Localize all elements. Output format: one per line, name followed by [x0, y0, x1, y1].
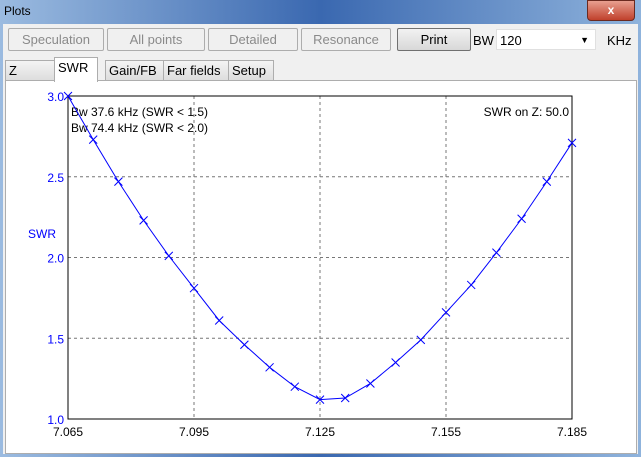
x-tick-label: 7.125: [305, 425, 335, 439]
swr-point-marker: [466, 280, 476, 290]
y-tick-label: 1.5: [47, 332, 64, 346]
swr-point-marker: [88, 135, 98, 144]
tab-swr[interactable]: SWR: [54, 57, 98, 82]
swr-point-marker: [265, 362, 274, 372]
swr-on-z-annotation: SWR on Z: 50.0: [484, 105, 570, 119]
swr-point-marker: [542, 177, 552, 186]
swr-point-marker: [214, 316, 224, 325]
y-tick-label: 2.0: [47, 252, 64, 266]
bw-annotation-1: Bw 37.6 kHz (SWR < 1.5): [71, 105, 208, 119]
swr-point-marker: [517, 214, 526, 224]
swr-point-marker: [290, 382, 300, 392]
x-tick-label: 7.155: [431, 425, 461, 439]
swr-point-marker: [139, 216, 148, 225]
swr-point-marker: [240, 340, 249, 350]
swr-point-marker: [391, 358, 400, 367]
plots-window: Plots x Speculation All points Detailed …: [0, 0, 641, 457]
y-tick-label: 2.5: [47, 171, 64, 185]
swr-point-marker: [366, 379, 375, 388]
swr-point-marker: [441, 308, 451, 317]
swr-point-marker: [416, 335, 426, 345]
swr-point-marker: [114, 177, 123, 186]
swr-point-marker: [492, 248, 501, 258]
x-tick-label: 7.095: [179, 425, 209, 439]
y-tick-label: 3.0: [47, 90, 64, 104]
y-tick-label: 1.0: [47, 413, 64, 427]
y-axis-label: SWR: [28, 227, 56, 241]
swr-point-marker: [164, 251, 174, 261]
bw-annotation-2: Bw 74.4 kHz (SWR < 2.0): [71, 121, 208, 135]
x-tick-label: 7.185: [557, 425, 587, 439]
x-tick-label: 7.065: [53, 425, 83, 439]
